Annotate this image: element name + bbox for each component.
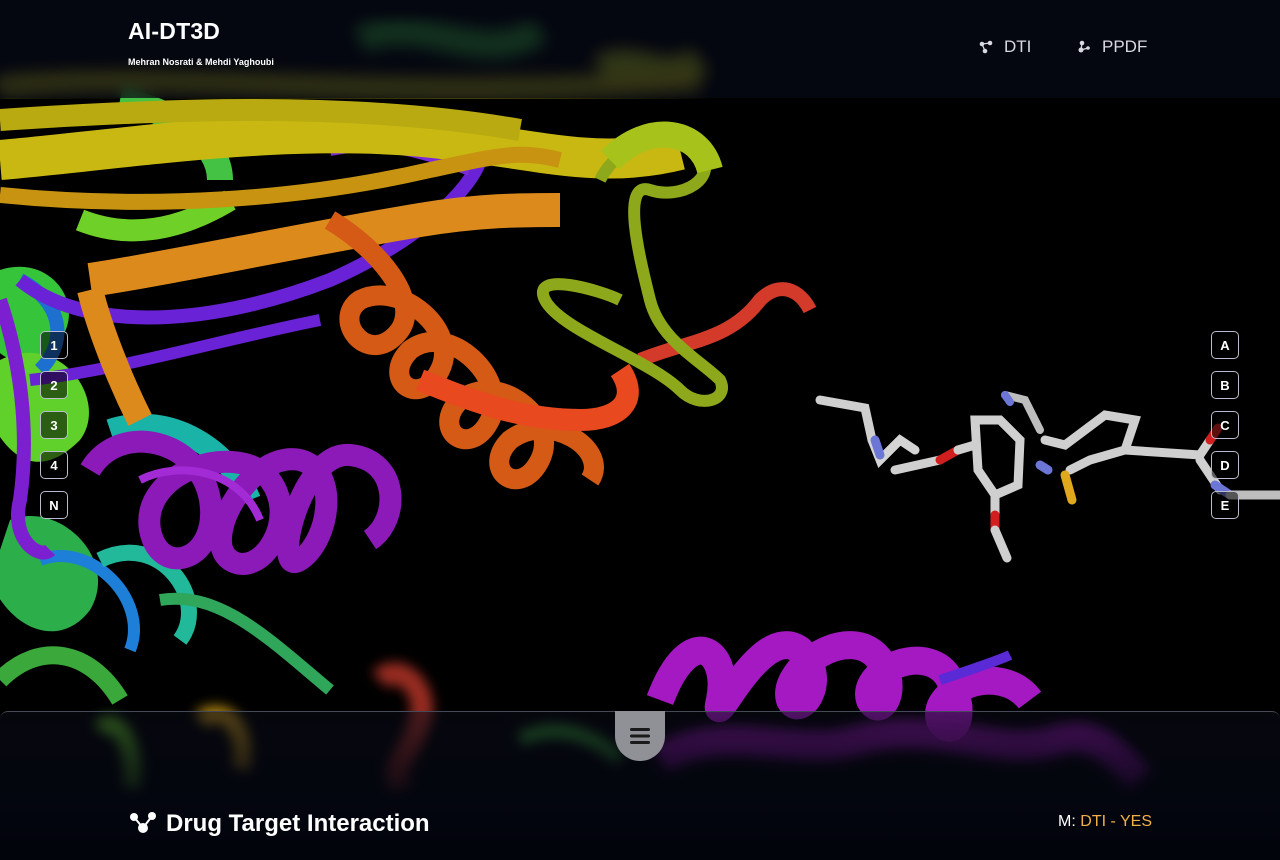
view-button-c[interactable]: C [1211,411,1239,439]
mode-label: M: [1058,813,1076,830]
chain-button-4[interactable]: 4 [40,451,68,479]
top-navigation-bar: AI-DT3D Mehran Nosrati & Mehdi Yaghoubi … [0,0,1280,98]
chain-button-2[interactable]: 2 [40,371,68,399]
molecule-icon [130,812,156,833]
mode-status: M: DTI - YES [1058,813,1152,831]
chain-button-1[interactable]: 1 [40,331,68,359]
hamburger-icon [630,728,650,744]
nav-dti[interactable]: DTI [978,37,1031,57]
view-button-b[interactable]: B [1211,371,1239,399]
footer-title: Drug Target Interaction [128,810,430,838]
nav-dti-label: DTI [1004,37,1032,56]
menu-toggle-button[interactable] [615,711,665,761]
chain-button-3[interactable]: 3 [40,411,68,439]
mode-value: DTI - YES [1080,813,1152,830]
molecule-icon [979,40,993,54]
chain-button-n[interactable]: N [40,491,68,519]
app-authors: Mehran Nosrati & Mehdi Yaghoubi [128,57,274,67]
molecule-alt-icon [1078,40,1090,53]
view-button-e[interactable]: E [1211,491,1239,519]
view-button-a[interactable]: A [1211,331,1239,359]
view-button-d[interactable]: D [1211,451,1239,479]
app-title: AI-DT3D [128,18,221,44]
footer-title-text: Drug Target Interaction [166,810,430,837]
nav-ppdf[interactable]: PPDF [1076,37,1147,57]
nav-ppdf-label: PPDF [1102,37,1148,56]
